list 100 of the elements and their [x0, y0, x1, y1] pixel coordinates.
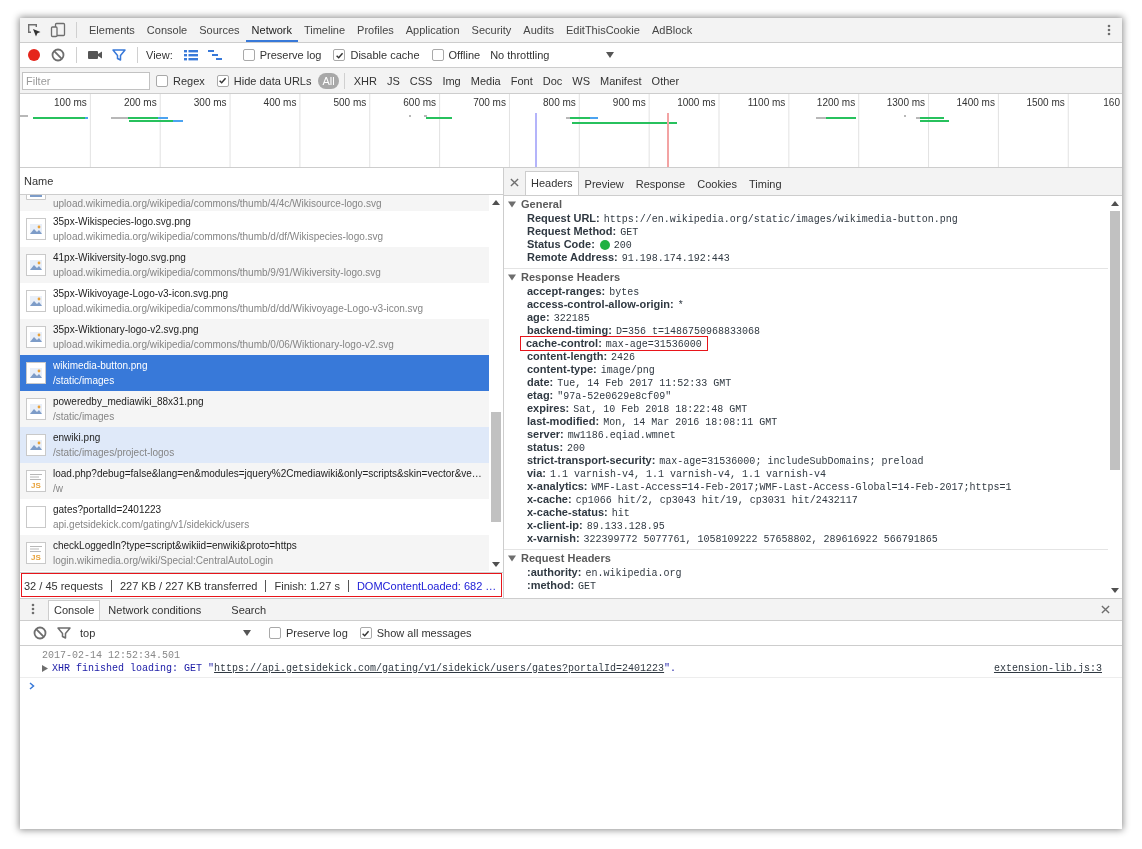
- resource-type-filter[interactable]: Doc: [538, 72, 567, 89]
- request-path: /static/images: [53, 375, 116, 386]
- ban-icon[interactable]: [32, 625, 48, 641]
- panel-tab[interactable]: Console: [140, 18, 194, 42]
- scroll-up-icon[interactable]: [492, 200, 500, 205]
- resource-type-filter[interactable]: Media: [466, 72, 505, 89]
- close-icon[interactable]: [510, 178, 519, 187]
- resource-type-filter[interactable]: Other: [647, 72, 684, 89]
- context-dropdown[interactable]: top: [78, 627, 255, 639]
- panel-tab[interactable]: Audits: [517, 18, 560, 42]
- checkbox[interactable]: [242, 49, 255, 61]
- header-value: mw1186.eqiad.wmnet: [567, 429, 676, 442]
- panel-tab[interactable]: Security: [465, 18, 518, 42]
- file-type-label: JS: [31, 481, 41, 490]
- header-name: last-modified:: [527, 415, 600, 428]
- list-icon[interactable]: [182, 47, 199, 63]
- checkbox[interactable]: [269, 627, 281, 639]
- header-name: :authority:: [527, 566, 582, 579]
- section-header[interactable]: General: [504, 196, 562, 212]
- checkbox-label[interactable]: Regex: [173, 74, 205, 87]
- close-icon[interactable]: [1101, 605, 1110, 614]
- request-row[interactable]: JS load.php?debug=false&lang=en&modules=jquery%2Cmediawiki&only=scripts&skin=vector&ve… /w: [20, 463, 489, 499]
- request-name: 41px-Wikiversity-logo.svg.png: [53, 252, 187, 263]
- panel-tab[interactable]: Sources: [193, 18, 246, 42]
- detail-tab[interactable]: Headers: [525, 171, 579, 195]
- checkbox[interactable]: [359, 627, 372, 639]
- request-path: upload.wikimedia.org/wikipedia/commons/thumb/0/06/Wiktionary-logo-v2.svg: [53, 339, 394, 350]
- drawer-tab[interactable]: Console: [48, 600, 101, 620]
- resource-type-filter[interactable]: CSS: [405, 72, 437, 89]
- detail-tab[interactable]: Response: [629, 173, 692, 195]
- mobile-devices-icon[interactable]: [50, 22, 66, 38]
- detail-tab[interactable]: Preview: [578, 173, 630, 195]
- detail-tab[interactable]: Timing: [743, 173, 788, 195]
- checkbox-label[interactable]: Show all messages: [376, 627, 472, 639]
- checkbox[interactable]: [333, 49, 346, 61]
- request-row[interactable]: 35px-Wiktionary-logo-v2.svg.png upload.wikimedia.org/wikipedia/commons/thumb/0/06/Wiktionary-logo-v2.svg: [20, 319, 489, 355]
- panel-tab[interactable]: Timeline: [297, 18, 352, 42]
- filter-input[interactable]: Filter: [22, 71, 150, 90]
- section-header[interactable]: Response Headers: [504, 269, 621, 285]
- scrollbar-thumb[interactable]: [1110, 211, 1120, 470]
- checkbox-label[interactable]: Disable cache: [350, 49, 420, 61]
- resource-type-filter[interactable]: Img: [438, 72, 465, 89]
- scroll-up-icon[interactable]: [1111, 201, 1119, 206]
- header-value: 1.1 varnish-v4, 1.1 varnish-v4, 1.1 varnish-v4: [549, 468, 826, 481]
- record-icon[interactable]: [26, 47, 42, 63]
- checkbox-label[interactable]: Preserve log: [286, 627, 348, 639]
- ban-icon[interactable]: [50, 47, 66, 63]
- prompt-chevron-icon[interactable]: [29, 681, 35, 690]
- drawer-tab[interactable]: Network conditions: [102, 600, 208, 620]
- panel-tab[interactable]: AdBlock: [645, 18, 699, 42]
- panel-tab[interactable]: Profiles: [351, 18, 400, 42]
- panel-tab[interactable]: Application: [399, 18, 466, 42]
- view-label: View:: [146, 49, 173, 61]
- resource-type-filter[interactable]: WS: [568, 72, 594, 89]
- waterfall-icon[interactable]: [206, 47, 223, 63]
- header-value: https://en.wikipedia.org/static/images/wikimedia-button.png: [603, 213, 958, 226]
- header-value: Sat, 10 Feb 2018 18:22:48 GMT: [573, 403, 748, 416]
- header-value: bytes: [609, 286, 640, 299]
- expand-triangle-icon[interactable]: [508, 273, 516, 281]
- request-row[interactable]: wikimedia-button.png /static/images: [20, 355, 489, 391]
- request-row[interactable]: poweredby_mediawiki_88x31.png /static/images: [20, 391, 489, 427]
- request-name: 35px-Wikispecies-logo.svg.png: [53, 216, 192, 227]
- scroll-down-icon[interactable]: [1111, 588, 1119, 593]
- filter-icon[interactable]: [111, 47, 127, 63]
- request-row[interactable]: JS checkLoggedIn?type=script&wikiid=enwiki&proto=https login.wikimedia.org/wiki/Special:CentralAutoLogin: [20, 535, 489, 571]
- resource-type-filter[interactable]: XHR: [349, 72, 381, 89]
- resource-type-filter[interactable]: JS: [382, 72, 404, 89]
- resource-type-filter[interactable]: Manifest: [596, 72, 646, 89]
- kebab-menu-icon[interactable]: [1107, 24, 1111, 36]
- kebab-menu-icon[interactable]: [31, 603, 35, 615]
- request-row[interactable]: enwiki.png /static/images/project-logos: [20, 427, 489, 463]
- expand-triangle-icon[interactable]: [508, 554, 516, 562]
- resource-type-filter[interactable]: Font: [506, 72, 537, 89]
- checkbox[interactable]: [156, 74, 168, 87]
- checkbox-label[interactable]: Preserve log: [259, 49, 322, 61]
- panel-tab[interactable]: EditThisCookie: [559, 18, 646, 42]
- time-tick-label: 700 ms: [473, 97, 506, 108]
- url-link[interactable]: https://api.getsidekick.com/gating/v1/sidekick/users/gates?portalId=2401223: [214, 662, 665, 674]
- scroll-down-icon[interactable]: [492, 562, 500, 567]
- source-link[interactable]: extension-lib.js:3: [993, 662, 1102, 674]
- filter-icon[interactable]: [56, 625, 72, 641]
- drawer-tab[interactable]: Search: [225, 600, 273, 620]
- request-row[interactable]: 41px-Wikiversity-logo.svg.png upload.wikimedia.org/wikipedia/commons/thumb/9/91/Wikiversity-logo.svg: [20, 247, 489, 283]
- throttling-dropdown[interactable]: No throttling: [490, 49, 615, 61]
- expand-triangle-icon[interactable]: [42, 664, 48, 672]
- scrollbar-thumb[interactable]: [491, 412, 501, 522]
- detail-tab[interactable]: Cookies: [691, 173, 743, 195]
- panel-tab[interactable]: Elements: [83, 18, 141, 42]
- checkbox-label[interactable]: Hide data URLs: [233, 74, 312, 87]
- header-value: 200: [613, 239, 632, 252]
- inspect-cursor-icon[interactable]: [26, 22, 42, 38]
- column-header[interactable]: Name: [24, 175, 54, 187]
- time-tick-label: 400 ms: [263, 97, 297, 108]
- expand-triangle-icon[interactable]: [508, 200, 516, 208]
- checkbox-label[interactable]: Offline: [448, 49, 481, 61]
- section-header[interactable]: Request Headers: [504, 550, 611, 566]
- request-row[interactable]: upload.wikimedia.org/wikipedia/commons/thumb/4/4c/Wikisource-logo.svg: [20, 195, 489, 211]
- checkbox[interactable]: [431, 49, 444, 61]
- header-value: 200: [567, 442, 586, 455]
- checkbox[interactable]: [216, 74, 229, 87]
